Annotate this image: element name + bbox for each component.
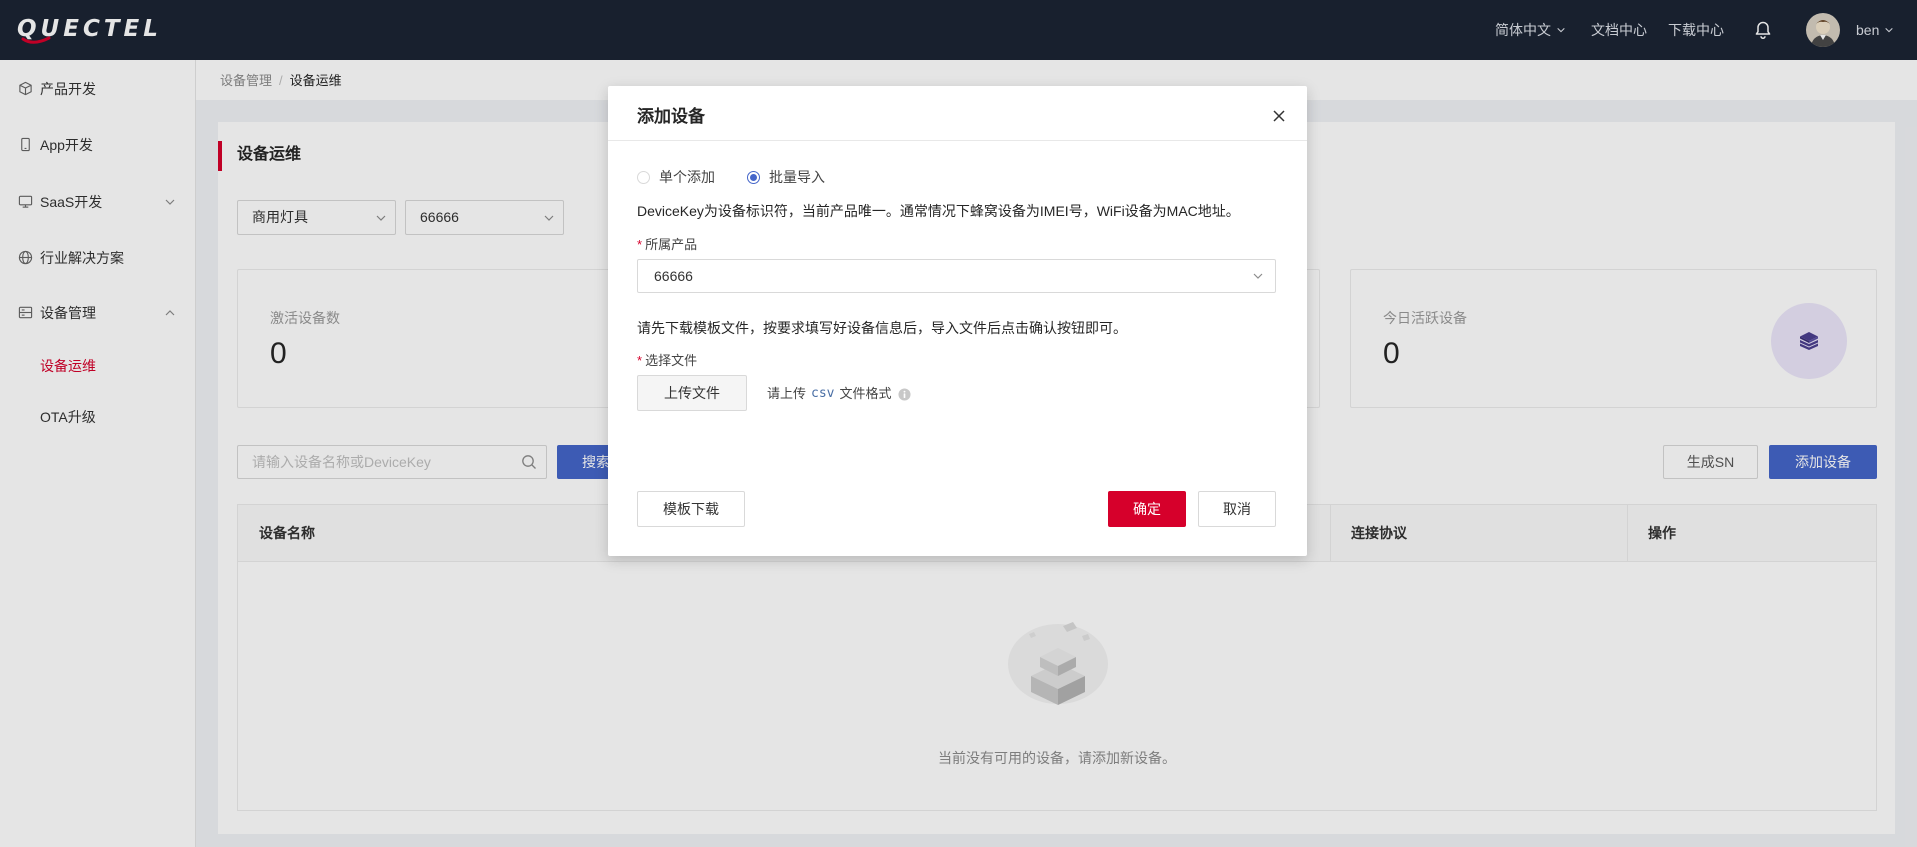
modal-product-value: 66666: [654, 268, 693, 284]
radio-single-add[interactable]: 单个添加: [637, 170, 715, 184]
radio-batch-import[interactable]: 批量导入: [747, 170, 825, 184]
confirm-button[interactable]: 确定: [1108, 491, 1186, 527]
modal-title: 添加设备: [637, 107, 705, 126]
required-mark: *: [637, 353, 643, 368]
file-hint-prefix: 请上传: [767, 386, 807, 401]
radio-button[interactable]: [747, 170, 760, 184]
chevron-down-icon: [1253, 273, 1263, 279]
modal-header: 添加设备: [608, 86, 1307, 141]
product-label-text: 所属产品: [645, 237, 698, 252]
template-download-button[interactable]: 模板下载: [637, 491, 745, 527]
cancel-button[interactable]: 取消: [1198, 491, 1276, 527]
file-field-label: * 选择文件: [637, 351, 697, 371]
upload-file-button[interactable]: 上传文件: [637, 375, 747, 411]
radio-label: 单个添加: [659, 169, 715, 185]
product-field-label: * 所属产品: [637, 235, 697, 255]
file-hint-suffix: 文件格式: [839, 386, 892, 401]
required-mark: *: [637, 237, 643, 252]
devicekey-description: DeviceKey为设备标识符，当前产品唯一。通常情况下蜂窝设备为IMEI号，W…: [637, 203, 1240, 219]
info-icon[interactable]: [897, 387, 911, 401]
radio-label: 批量导入: [769, 169, 825, 185]
add-device-modal: 添加设备 单个添加 批量导入 DeviceKey为设备标识符，当前产品唯一。通常…: [608, 86, 1307, 556]
close-icon[interactable]: [1271, 108, 1287, 124]
import-instruction: 请先下载模板文件，按要求填写好设备信息后，导入文件后点击确认按钮即可。: [637, 320, 1127, 336]
file-label-text: 选择文件: [645, 353, 698, 368]
file-hint-format: csv: [811, 386, 835, 401]
file-format-hint: 请上传 csv 文件格式: [767, 384, 911, 404]
radio-button[interactable]: [637, 170, 650, 184]
modal-product-select[interactable]: 66666: [637, 259, 1276, 293]
